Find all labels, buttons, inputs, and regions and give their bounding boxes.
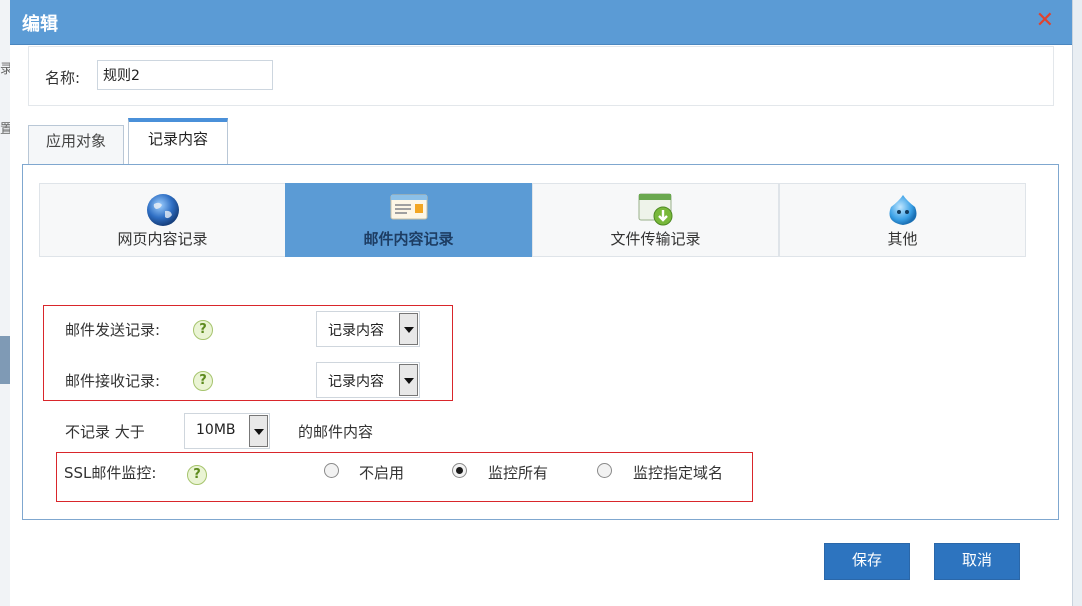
receive-record-label: 邮件接收记录: xyxy=(65,372,161,390)
ssl-option-label: 监控所有 xyxy=(488,464,549,482)
chevron-down-icon[interactable] xyxy=(399,364,418,396)
receive-record-select[interactable]: 记录内容 xyxy=(316,362,420,398)
size-limit-suffix: 的邮件内容 xyxy=(298,423,374,441)
chevron-down-icon[interactable] xyxy=(399,313,418,345)
help-icon[interactable]: ? xyxy=(187,465,207,485)
save-button[interactable]: 保存 xyxy=(824,543,910,580)
name-label: 名称: xyxy=(45,69,81,87)
category-mail-content[interactable]: 邮件内容记录 xyxy=(285,183,532,257)
record-content-panel: 网页内容记录 邮件内容记录 文件传输记录 其他 邮件发送记录: ? 记录内容 邮… xyxy=(22,164,1059,520)
category-other[interactable]: 其他 xyxy=(779,183,1026,257)
name-input[interactable] xyxy=(97,60,273,90)
category-label: 邮件内容记录 xyxy=(363,230,454,248)
tab-record-content[interactable]: 记录内容 xyxy=(128,118,228,169)
send-record-label: 邮件发送记录: xyxy=(65,321,161,339)
category-file-transfer[interactable]: 文件传输记录 xyxy=(532,183,779,257)
background-band xyxy=(0,336,10,384)
select-value: 10MB xyxy=(196,422,236,438)
send-record-select[interactable]: 记录内容 xyxy=(316,311,420,347)
water-drop-icon xyxy=(885,192,921,232)
globe-icon xyxy=(145,192,181,232)
dialog-title: 编辑 xyxy=(22,14,58,35)
ssl-radio-monitor-all[interactable] xyxy=(452,463,467,478)
category-web-content[interactable]: 网页内容记录 xyxy=(39,183,286,257)
ssl-option-label: 不启用 xyxy=(359,464,405,482)
chevron-down-icon[interactable] xyxy=(249,415,268,447)
size-limit-select[interactable]: 10MB xyxy=(184,413,270,449)
ssl-monitor-label: SSL邮件监控: xyxy=(64,464,157,482)
help-icon[interactable]: ? xyxy=(193,371,213,391)
ssl-option-label: 监控指定域名 xyxy=(633,464,724,482)
category-label: 文件传输记录 xyxy=(610,230,701,248)
dialog-titlebar: 编辑 ✕ xyxy=(10,0,1072,45)
help-icon[interactable]: ? xyxy=(193,320,213,340)
category-label: 其他 xyxy=(887,230,918,248)
mail-card-icon xyxy=(390,192,428,226)
ssl-radio-disabled[interactable] xyxy=(324,463,339,478)
edit-dialog: 编辑 ✕ 名称: 应用对象 记录内容 xyxy=(10,0,1073,606)
select-value: 记录内容 xyxy=(328,323,384,339)
tab-application-objects[interactable]: 应用对象 xyxy=(28,125,124,164)
select-value: 记录内容 xyxy=(328,374,384,390)
name-section: 名称: xyxy=(28,46,1054,106)
ssl-radio-specified-domains[interactable] xyxy=(597,463,612,478)
background-page: 录 置 xyxy=(0,0,13,606)
close-icon[interactable]: ✕ xyxy=(1036,8,1054,33)
category-label: 网页内容记录 xyxy=(117,230,208,248)
file-download-icon xyxy=(637,192,675,230)
size-limit-prefix: 不记录 大于 xyxy=(65,423,145,441)
cancel-button[interactable]: 取消 xyxy=(934,543,1020,580)
